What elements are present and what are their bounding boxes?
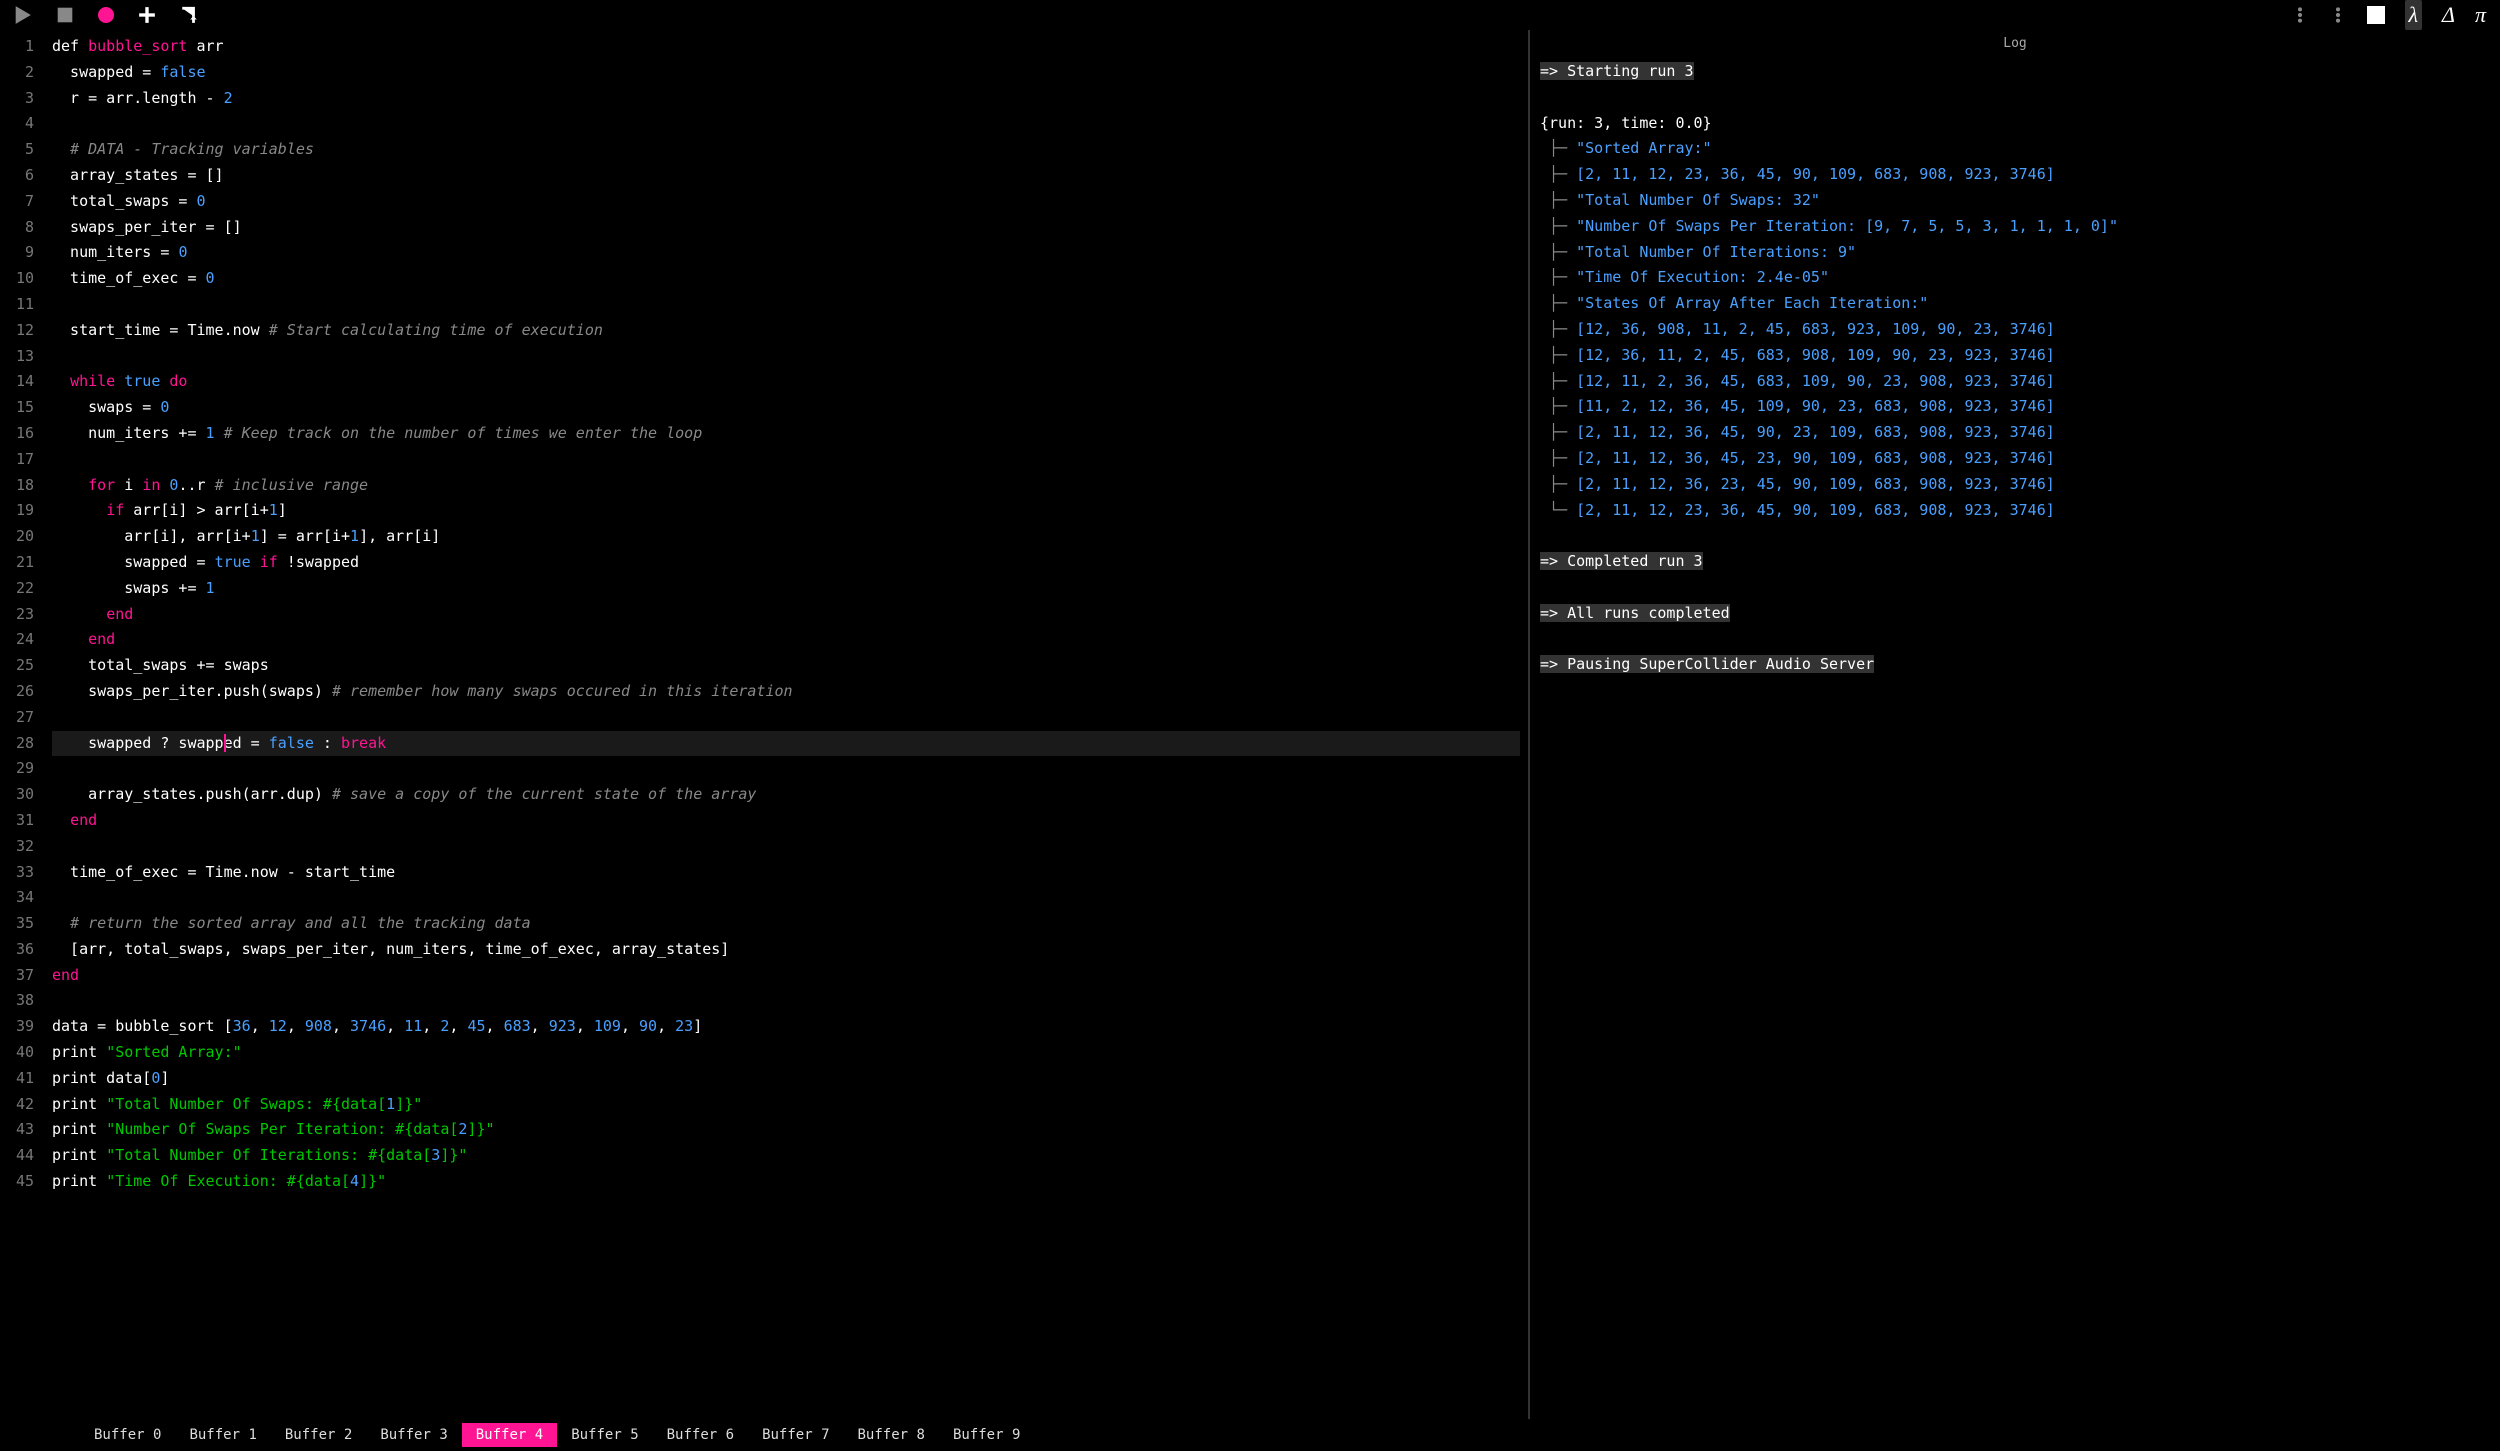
code-line[interactable]: end: [52, 963, 1520, 989]
lambda-icon[interactable]: λ: [2405, 0, 2423, 30]
code-line[interactable]: [52, 344, 1520, 370]
save-button[interactable]: [138, 6, 156, 24]
dots-down-icon[interactable]: [2291, 6, 2309, 24]
code-line[interactable]: print data[0]: [52, 1066, 1520, 1092]
code-line[interactable]: print "Number Of Swaps Per Iteration: #{…: [52, 1117, 1520, 1143]
buffer-tab-2[interactable]: Buffer 2: [271, 1423, 366, 1447]
code-line[interactable]: print "Time Of Execution: #{data[4]}": [52, 1169, 1520, 1195]
code-line[interactable]: swaps = 0: [52, 395, 1520, 421]
buffer-tab-7[interactable]: Buffer 7: [748, 1423, 843, 1447]
code-line[interactable]: array_states.push(arr.dup) # save a copy…: [52, 782, 1520, 808]
toolbar: λ Δ π: [0, 0, 2500, 30]
buffer-tab-5[interactable]: Buffer 5: [557, 1423, 652, 1447]
code-line[interactable]: swapped ? swapped = false : break: [52, 731, 1520, 757]
code-line[interactable]: swaps_per_iter = []: [52, 215, 1520, 241]
size-button[interactable]: [180, 6, 198, 24]
code-line[interactable]: print "Sorted Array:": [52, 1040, 1520, 1066]
buffer-tab-0[interactable]: Buffer 0: [80, 1423, 175, 1447]
code-line[interactable]: end: [52, 808, 1520, 834]
code-line[interactable]: [52, 885, 1520, 911]
code-line[interactable]: end: [52, 602, 1520, 628]
code-line[interactable]: [52, 111, 1520, 137]
code-line[interactable]: end: [52, 627, 1520, 653]
stop-button[interactable]: [56, 6, 74, 24]
code-line[interactable]: [52, 988, 1520, 1014]
delta-icon[interactable]: Δ: [2442, 2, 2455, 28]
code-editor[interactable]: 1234567891011121314151617181920212223242…: [0, 30, 1530, 1419]
code-line[interactable]: total_swaps = 0: [52, 189, 1520, 215]
code-line[interactable]: for i in 0..r # inclusive range: [52, 473, 1520, 499]
code-line[interactable]: swaps += 1: [52, 576, 1520, 602]
code-line[interactable]: arr[i], arr[i+1] = arr[i+1], arr[i]: [52, 524, 1520, 550]
code-line[interactable]: [52, 834, 1520, 860]
log-title: Log: [1530, 30, 2500, 53]
code-line[interactable]: total_swaps += swaps: [52, 653, 1520, 679]
scope-icon[interactable]: [2367, 6, 2385, 24]
code-line[interactable]: while true do: [52, 369, 1520, 395]
code-line[interactable]: [52, 756, 1520, 782]
code-line[interactable]: # DATA - Tracking variables: [52, 137, 1520, 163]
pi-icon[interactable]: π: [2475, 2, 2486, 28]
code-line[interactable]: swapped = false: [52, 60, 1520, 86]
line-gutter: 1234567891011121314151617181920212223242…: [0, 30, 44, 1419]
code-line[interactable]: # return the sorted array and all the tr…: [52, 911, 1520, 937]
code-line[interactable]: num_iters += 1 # Keep track on the numbe…: [52, 421, 1520, 447]
buffer-tab-6[interactable]: Buffer 6: [653, 1423, 748, 1447]
buffer-tab-9[interactable]: Buffer 9: [939, 1423, 1034, 1447]
code-line[interactable]: start_time = Time.now # Start calculatin…: [52, 318, 1520, 344]
code-line[interactable]: print "Total Number Of Swaps: #{data[1]}…: [52, 1092, 1520, 1118]
code-line[interactable]: data = bubble_sort [36, 12, 908, 3746, 1…: [52, 1014, 1520, 1040]
code-line[interactable]: [52, 705, 1520, 731]
code-line[interactable]: swapped = true if !swapped: [52, 550, 1520, 576]
buffer-tab-1[interactable]: Buffer 1: [175, 1423, 270, 1447]
code-line[interactable]: time_of_exec = 0: [52, 266, 1520, 292]
buffer-tab-8[interactable]: Buffer 8: [844, 1423, 939, 1447]
code-line[interactable]: time_of_exec = Time.now - start_time: [52, 860, 1520, 886]
code-line[interactable]: [arr, total_swaps, swaps_per_iter, num_i…: [52, 937, 1520, 963]
record-button[interactable]: [98, 7, 114, 23]
buffer-bar: Buffer 0Buffer 1Buffer 2Buffer 3Buffer 4…: [0, 1419, 2500, 1451]
code-line[interactable]: swaps_per_iter.push(swaps) # remember ho…: [52, 679, 1520, 705]
code-line[interactable]: [52, 292, 1520, 318]
code-line[interactable]: print "Total Number Of Iterations: #{dat…: [52, 1143, 1520, 1169]
code-line[interactable]: if arr[i] > arr[i+1]: [52, 498, 1520, 524]
code-line[interactable]: [52, 447, 1520, 473]
buffer-tab-4[interactable]: Buffer 4: [462, 1423, 557, 1447]
code-area[interactable]: def bubble_sort arr swapped = false r = …: [44, 30, 1528, 1419]
run-button[interactable]: [14, 6, 32, 24]
log-panel: Log => Starting run 3 {run: 3, time: 0.0…: [1530, 30, 2500, 1419]
code-line[interactable]: r = arr.length - 2: [52, 86, 1520, 112]
code-line[interactable]: array_states = []: [52, 163, 1520, 189]
buffer-tab-3[interactable]: Buffer 3: [366, 1423, 461, 1447]
log-body[interactable]: => Starting run 3 {run: 3, time: 0.0} ├─…: [1530, 53, 2500, 1419]
dots-up-icon[interactable]: [2329, 6, 2347, 24]
code-line[interactable]: num_iters = 0: [52, 240, 1520, 266]
code-line[interactable]: def bubble_sort arr: [52, 34, 1520, 60]
